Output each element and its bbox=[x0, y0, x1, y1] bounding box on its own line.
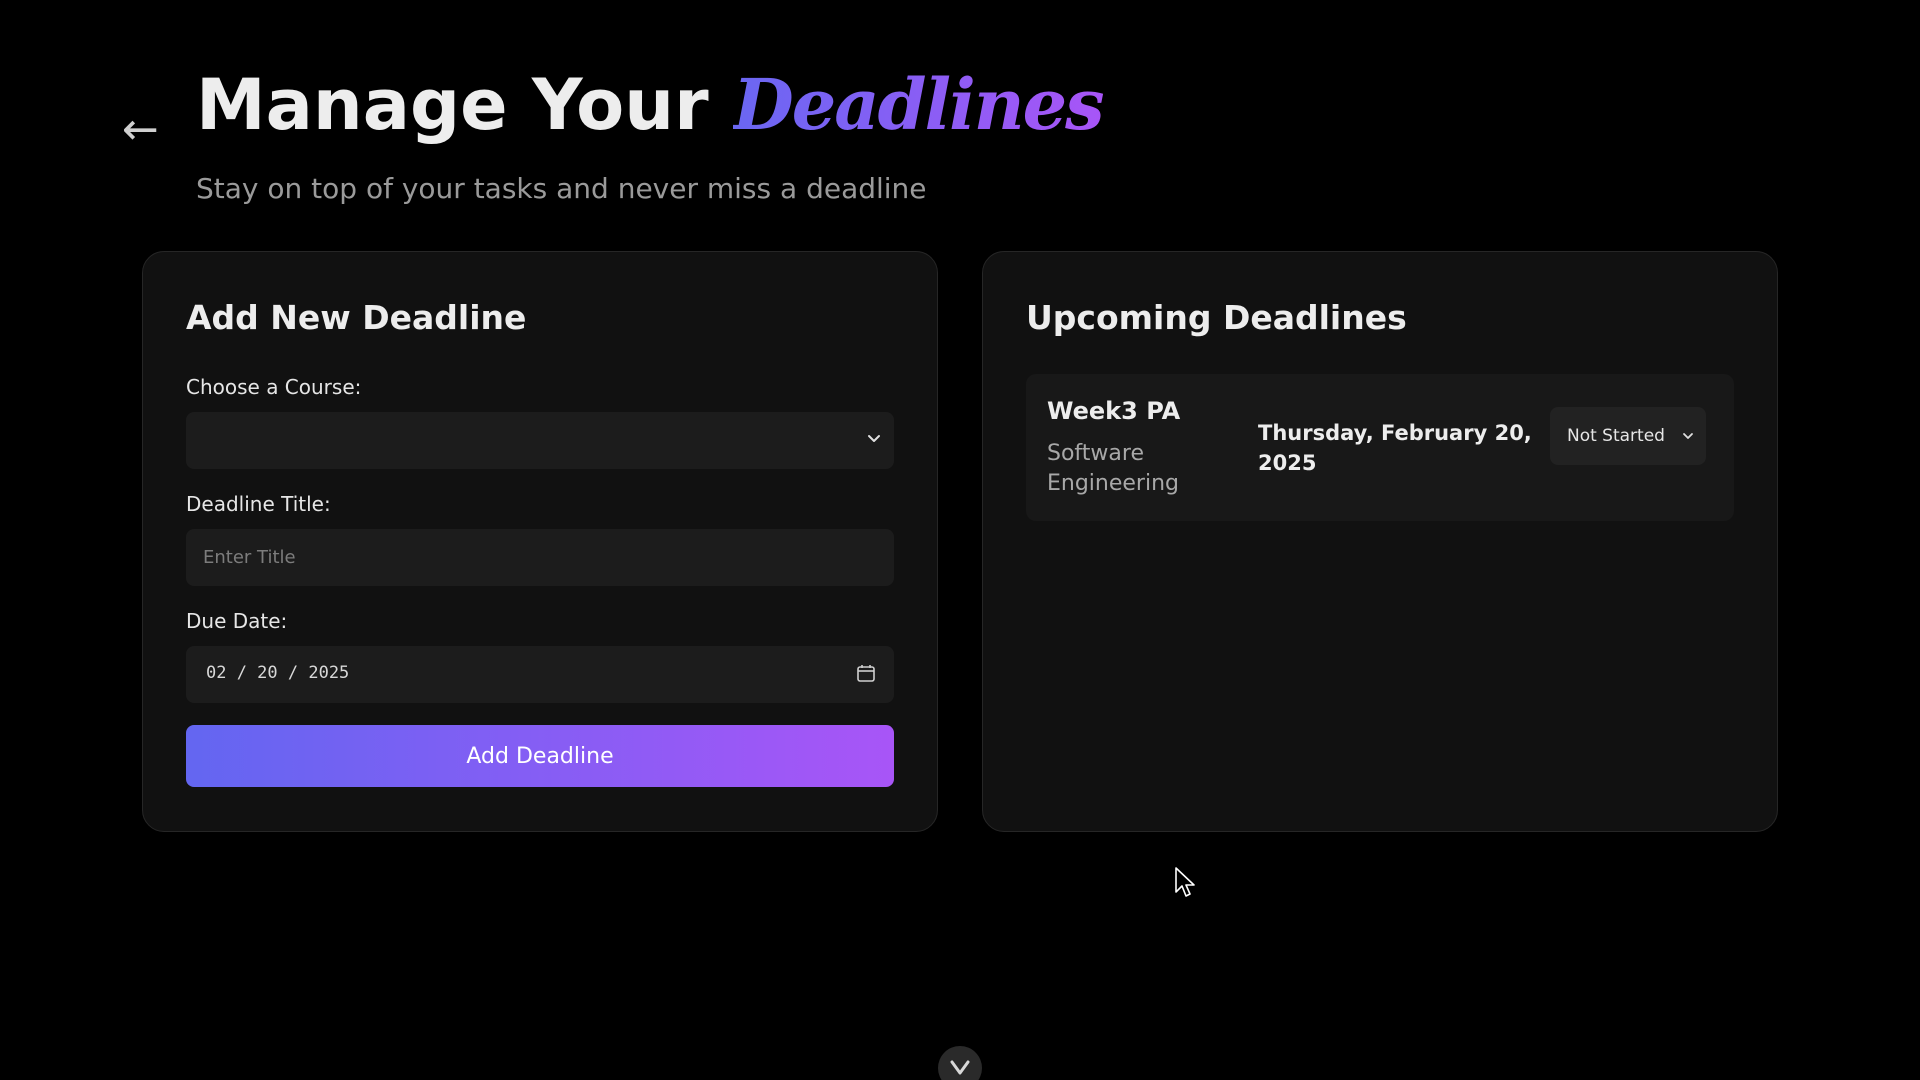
page-title-prefix: Manage Your bbox=[196, 64, 709, 146]
due-date-label: Due Date: bbox=[186, 609, 288, 633]
back-arrow-icon[interactable]: ← bbox=[122, 108, 159, 152]
due-date-input[interactable]: 02 / 20 / 2025 bbox=[186, 646, 894, 703]
deadline-name: Week3 PA bbox=[1047, 397, 1181, 425]
scroll-down-button[interactable] bbox=[938, 1046, 982, 1080]
chevron-down-icon bbox=[1683, 433, 1693, 439]
status-select[interactable]: Not Started bbox=[1550, 407, 1706, 465]
mouse-pointer-icon bbox=[1175, 867, 1195, 897]
page-title: Manage Your Deadlines bbox=[196, 60, 1105, 150]
title-input[interactable] bbox=[186, 529, 894, 586]
deadline-course: Software Engineering bbox=[1047, 441, 1179, 496]
course-label: Choose a Course: bbox=[186, 375, 362, 399]
add-deadline-heading: Add New Deadline bbox=[186, 298, 527, 337]
add-deadline-card: Add New Deadline Choose a Course: Deadli… bbox=[142, 251, 938, 832]
deadline-item: Week3 PA Software Engineering Thursday, … bbox=[1026, 374, 1734, 521]
upcoming-deadlines-heading: Upcoming Deadlines bbox=[1026, 298, 1407, 337]
upcoming-deadlines-card: Upcoming Deadlines Week3 PA Software Eng… bbox=[982, 251, 1778, 832]
chevron-down-icon bbox=[950, 1060, 970, 1075]
page-subtitle: Stay on top of your tasks and never miss… bbox=[196, 172, 927, 205]
calendar-icon[interactable] bbox=[856, 663, 876, 683]
course-select[interactable] bbox=[186, 412, 894, 469]
page: ← Manage Your Deadlines Stay on top of y… bbox=[0, 0, 1920, 1080]
status-value: Not Started bbox=[1567, 426, 1665, 446]
add-deadline-button[interactable]: Add Deadline bbox=[186, 725, 894, 787]
page-title-accent: Deadlines bbox=[733, 63, 1105, 146]
chevron-down-icon bbox=[868, 435, 880, 442]
deadline-date: Thursday, February 20, 2025 bbox=[1258, 421, 1532, 475]
title-label: Deadline Title: bbox=[186, 492, 331, 516]
due-date-value: 02 / 20 / 2025 bbox=[206, 663, 350, 683]
